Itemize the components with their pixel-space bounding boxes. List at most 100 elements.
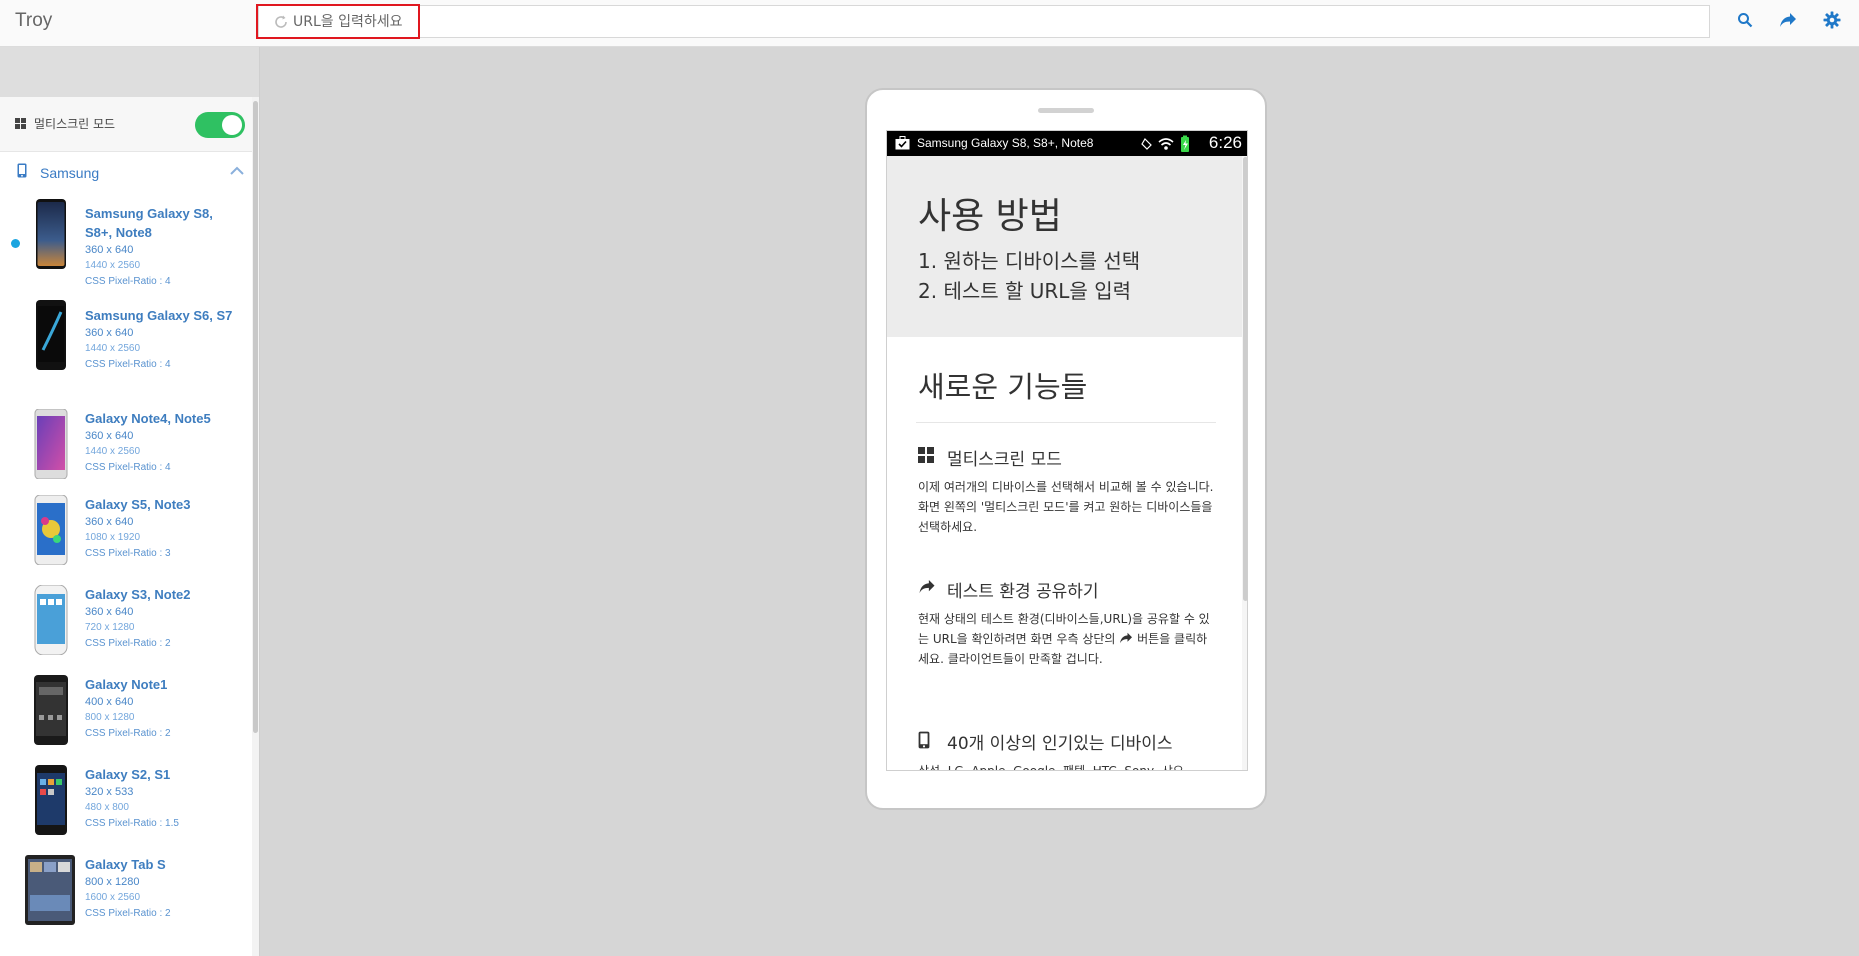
device-item[interactable]: Galaxy Tab S 800 x 1280 1600 x 2560 CSS … bbox=[0, 847, 252, 937]
reload-icon[interactable] bbox=[273, 14, 289, 30]
device-thumbnail bbox=[35, 765, 67, 835]
sidebar-header-gap bbox=[0, 47, 260, 97]
grid-icon bbox=[918, 447, 934, 463]
device-pixel-ratio: CSS Pixel-Ratio : 4 bbox=[85, 359, 171, 370]
url-input[interactable] bbox=[293, 10, 1693, 34]
step-1: 1. 원하는 디바이스를 선택 bbox=[918, 249, 1141, 273]
device-physical-size: 720 x 1280 bbox=[85, 622, 135, 633]
share-icon bbox=[919, 579, 935, 594]
feature-devices: 40개 이상의 인기있는 디바이스 삼성, LG, Apple, Google,… bbox=[918, 729, 1218, 771]
settings-icon[interactable] bbox=[1822, 10, 1842, 30]
feature-body: 이제 여러개의 디바이스를 선택해서 비교해 볼 수 있습니다. 화면 왼쪽의 … bbox=[918, 480, 1214, 534]
device-list: Samsung Galaxy S8, S8+, Note8 360 x 640 … bbox=[0, 197, 252, 937]
phone-icon bbox=[17, 163, 27, 178]
device-pixel-ratio: CSS Pixel-Ratio : 4 bbox=[85, 462, 171, 473]
multiscreen-toggle[interactable] bbox=[195, 112, 245, 138]
device-item[interactable]: Galaxy S5, Note3 360 x 640 1080 x 1920 C… bbox=[0, 487, 252, 577]
device-thumbnail bbox=[25, 855, 75, 925]
preview-content: 사용 방법 1. 원하는 디바이스를 선택 2. 테스트 할 URL을 입력 새… bbox=[887, 156, 1242, 771]
multiscreen-row: 멀티스크린 모드 bbox=[0, 97, 252, 152]
device-name: Galaxy Note4, Note5 bbox=[85, 411, 211, 426]
share-icon[interactable] bbox=[1778, 10, 1798, 30]
device-thumbnail bbox=[34, 675, 68, 745]
phone-screen[interactable]: Samsung Galaxy S8, S8+, Note8 6:26 사용 방법… bbox=[886, 130, 1248, 771]
preview-scrollbar[interactable] bbox=[1242, 156, 1247, 770]
grid-icon bbox=[15, 118, 26, 129]
preview-scrollbar-thumb[interactable] bbox=[1243, 157, 1247, 601]
toggle-knob bbox=[222, 115, 242, 135]
device-css-size: 360 x 640 bbox=[85, 606, 134, 618]
device-thumbnail bbox=[34, 585, 68, 655]
feature-body: 현재 상태의 테스트 환경(디바이스들,URL)을 공유할 수 있는 URL을 … bbox=[918, 609, 1218, 669]
briefcase-check-icon bbox=[895, 136, 910, 150]
feature-share: 테스트 환경 공유하기 현재 상태의 테스트 환경(디바이스들,URL)을 공유… bbox=[918, 577, 1218, 669]
device-pixel-ratio: CSS Pixel-Ratio : 1.5 bbox=[85, 818, 179, 829]
selected-indicator bbox=[11, 239, 20, 248]
device-thumbnail bbox=[34, 495, 68, 565]
feature-title: 테스트 환경 공유하기 bbox=[947, 582, 1099, 602]
device-item[interactable]: Galaxy S2, S1 320 x 533 480 x 800 CSS Pi… bbox=[0, 757, 252, 847]
device-pixel-ratio: CSS Pixel-Ratio : 2 bbox=[85, 728, 171, 739]
device-css-size: 360 x 640 bbox=[85, 244, 134, 256]
device-physical-size: 1440 x 2560 bbox=[85, 343, 141, 354]
device-pixel-ratio: CSS Pixel-Ratio : 2 bbox=[85, 638, 171, 649]
status-time: 6:26 bbox=[1208, 133, 1242, 152]
device-physical-size: 1080 x 1920 bbox=[85, 532, 141, 543]
phone-speaker bbox=[1038, 108, 1094, 113]
share-icon bbox=[1120, 632, 1133, 644]
feature-title: 40개 이상의 인기있는 디바이스 bbox=[947, 734, 1173, 754]
device-thumbnail bbox=[36, 199, 66, 269]
device-name: Samsung Galaxy S6, S7 bbox=[85, 308, 233, 323]
device-css-size: 800 x 1280 bbox=[85, 876, 140, 888]
device-physical-size: 1440 x 2560 bbox=[85, 446, 141, 457]
device-thumbnail bbox=[34, 409, 68, 479]
device-pixel-ratio: CSS Pixel-Ratio : 2 bbox=[85, 908, 171, 919]
device-name: Samsung Galaxy S8, S8+, Note8 bbox=[85, 206, 213, 240]
phone-frame: Samsung Galaxy S8, S8+, Note8 6:26 사용 방법… bbox=[865, 88, 1267, 810]
search-icon[interactable] bbox=[1735, 10, 1755, 30]
device-name: Galaxy Tab S bbox=[85, 857, 166, 872]
device-physical-size: 1600 x 2560 bbox=[85, 892, 141, 903]
app-title[interactable]: Troy bbox=[15, 10, 52, 32]
device-item[interactable]: Samsung Galaxy S6, S7 360 x 640 1440 x 2… bbox=[0, 287, 252, 397]
chevron-up-icon[interactable] bbox=[230, 166, 244, 175]
new-features-title: 새로운 기능들 bbox=[918, 370, 1088, 404]
device-name: Galaxy Note1 bbox=[85, 677, 168, 692]
sidebar-scrollbar[interactable] bbox=[252, 97, 259, 956]
url-bar[interactable] bbox=[256, 4, 1710, 39]
device-css-size: 360 x 640 bbox=[85, 327, 134, 339]
status-bar: Samsung Galaxy S8, S8+, Note8 6:26 bbox=[887, 131, 1247, 156]
group-label: Samsung bbox=[40, 165, 100, 181]
device-css-size: 400 x 640 bbox=[85, 696, 134, 708]
device-thumbnail bbox=[36, 300, 66, 370]
device-group-samsung[interactable]: Samsung bbox=[0, 153, 252, 193]
device-item[interactable]: Galaxy Note4, Note5 360 x 640 1440 x 256… bbox=[0, 397, 252, 487]
feature-title: 멀티스크린 모드 bbox=[947, 450, 1062, 470]
status-device-title: Samsung Galaxy S8, S8+, Note8 bbox=[917, 136, 1094, 150]
how-to-section: 사용 방법 1. 원하는 디바이스를 선택 2. 테스트 할 URL을 입력 bbox=[887, 156, 1242, 337]
device-name: Galaxy S5, Note3 bbox=[85, 497, 191, 512]
device-name: Galaxy S2, S1 bbox=[85, 767, 171, 782]
device-item[interactable]: Galaxy S3, Note2 360 x 640 720 x 1280 CS… bbox=[0, 577, 252, 667]
device-css-size: 360 x 640 bbox=[85, 516, 134, 528]
feature-multiscreen: 멀티스크린 모드 이제 여러개의 디바이스를 선택해서 비교해 볼 수 있습니다… bbox=[918, 445, 1218, 537]
device-item[interactable]: Samsung Galaxy S8, S8+, Note8 360 x 640 … bbox=[0, 197, 252, 287]
divider bbox=[916, 422, 1216, 423]
top-bar: Troy bbox=[0, 0, 1859, 47]
how-to-title: 사용 방법 bbox=[918, 196, 1062, 237]
device-physical-size: 480 x 800 bbox=[85, 802, 129, 813]
device-name: Galaxy S3, Note2 bbox=[85, 587, 191, 602]
feature-body: 삼성, LG, Apple, Google, 팬텍, HTC, Sony, 샤오 bbox=[918, 764, 1184, 771]
device-physical-size: 1440 x 2560 bbox=[85, 260, 141, 271]
device-pixel-ratio: CSS Pixel-Ratio : 3 bbox=[85, 548, 171, 559]
multiscreen-label: 멀티스크린 모드 bbox=[34, 117, 116, 131]
phone-icon bbox=[918, 731, 930, 749]
device-physical-size: 800 x 1280 bbox=[85, 712, 135, 723]
device-css-size: 360 x 640 bbox=[85, 430, 134, 442]
step-2: 2. 테스트 할 URL을 입력 bbox=[918, 279, 1131, 303]
status-icons bbox=[1141, 135, 1189, 152]
device-item[interactable]: Galaxy Note1 400 x 640 800 x 1280 CSS Pi… bbox=[0, 667, 252, 757]
scrollbar-thumb[interactable] bbox=[253, 101, 258, 733]
device-sidebar: 멀티스크린 모드 Samsung Samsung Galaxy S8, S8+,… bbox=[0, 97, 260, 956]
device-css-size: 320 x 533 bbox=[85, 786, 134, 798]
